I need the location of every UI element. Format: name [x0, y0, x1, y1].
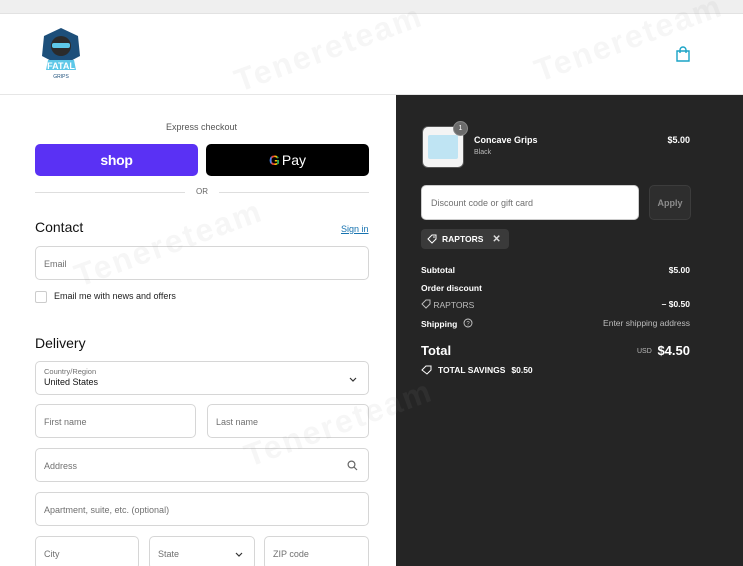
delivery-title: Delivery — [35, 335, 86, 351]
country-label: Country/Region — [44, 367, 97, 376]
shipping-label: Shipping — [421, 319, 458, 329]
city-field[interactable]: City — [35, 536, 139, 566]
first-name-field[interactable]: First name — [35, 404, 196, 438]
zip-placeholder: ZIP code — [273, 549, 309, 559]
google-pay-label: Pay — [281, 152, 306, 168]
sign-in-link[interactable]: Sign in — [341, 224, 369, 234]
tag-icon — [427, 234, 437, 244]
tag-icon — [421, 365, 432, 375]
subtotal-value: $5.00 — [668, 265, 690, 275]
first-name-placeholder: First name — [44, 417, 87, 427]
applied-code-label: RAPTORS — [442, 234, 484, 244]
help-icon[interactable]: ? — [463, 318, 473, 328]
discount-value: – $0.50 — [661, 299, 690, 309]
shop-pay-label: shop — [100, 152, 133, 168]
logo-text: FATAL — [47, 61, 75, 71]
store-header: FATAL GRIPS — [0, 14, 743, 95]
subtotal-label: Subtotal — [421, 265, 455, 275]
or-divider: OR — [35, 187, 369, 197]
express-checkout-title: Express checkout — [165, 122, 238, 132]
email-placeholder: Email — [44, 259, 67, 269]
total-label: Total — [421, 343, 452, 358]
city-placeholder: City — [44, 549, 60, 559]
google-pay-button[interactable]: G Pay — [206, 144, 369, 176]
discount-code-row: RAPTORS – $0.50 — [421, 299, 690, 310]
newsletter-checkbox[interactable] — [35, 291, 47, 303]
total-savings: TOTAL SAVINGS $0.50 — [421, 365, 533, 375]
discount-code-label: RAPTORS — [433, 300, 475, 310]
chevron-down-icon — [235, 552, 243, 557]
or-text: OR — [196, 187, 208, 196]
product-price: $5.00 — [667, 135, 690, 145]
quantity-badge: 1 — [453, 121, 468, 136]
applied-code-tag: RAPTORS ✕ — [421, 229, 509, 249]
newsletter-label: Email me with news and offers — [54, 291, 176, 301]
remove-code-icon[interactable]: ✕ — [492, 234, 500, 245]
country-select[interactable]: Country/Region United States — [35, 361, 369, 395]
address-placeholder: Address — [44, 461, 78, 471]
total-value: $4.50 — [657, 343, 690, 358]
address-field[interactable]: Address — [35, 448, 369, 482]
store-logo[interactable]: FATAL GRIPS — [34, 26, 88, 82]
search-icon — [347, 460, 358, 471]
total-savings-value: $0.50 — [511, 365, 533, 375]
state-placeholder: State — [158, 549, 180, 559]
tag-icon — [421, 299, 431, 309]
chevron-down-icon — [349, 377, 357, 382]
last-name-field[interactable]: Last name — [207, 404, 369, 438]
apartment-field[interactable]: Apartment, suite, etc. (optional) — [35, 492, 369, 526]
google-g-icon: G — [268, 152, 280, 168]
apply-button[interactable]: Apply — [649, 185, 691, 220]
product-variant: Black — [474, 149, 492, 156]
state-select[interactable]: State — [149, 536, 255, 566]
country-value: United States — [44, 377, 99, 387]
last-name-placeholder: Last name — [216, 417, 259, 427]
shop-pay-button[interactable]: shop — [35, 144, 198, 176]
apartment-placeholder: Apartment, suite, etc. (optional) — [44, 505, 170, 515]
shipping-value: Enter shipping address — [603, 318, 690, 328]
email-field[interactable]: Email — [35, 246, 369, 280]
product-name: Concave Grips — [474, 135, 538, 145]
total-currency: USD — [637, 348, 652, 355]
order-discount-row: Order discount — [421, 283, 690, 293]
order-summary-panel: 1 Concave Grips Black $5.00 Discount cod… — [396, 95, 743, 566]
checkout-form-panel: Express checkout shop G Pay OR Contact S… — [0, 95, 396, 566]
order-discount-label: Order discount — [421, 283, 482, 293]
contact-title: Contact — [35, 219, 84, 235]
discount-code-field[interactable]: Discount code or gift card — [421, 185, 639, 220]
subtotal-row: Subtotal $5.00 — [421, 265, 690, 275]
shopping-bag-icon[interactable] — [675, 46, 691, 63]
discount-placeholder: Discount code or gift card — [431, 198, 534, 208]
shipping-row: Shipping ? Enter shipping address — [421, 318, 690, 329]
logo-subtext: GRIPS — [53, 74, 69, 80]
browser-top-strip — [0, 0, 743, 14]
zip-field[interactable]: ZIP code — [264, 536, 369, 566]
total-savings-label: TOTAL SAVINGS — [438, 365, 506, 375]
